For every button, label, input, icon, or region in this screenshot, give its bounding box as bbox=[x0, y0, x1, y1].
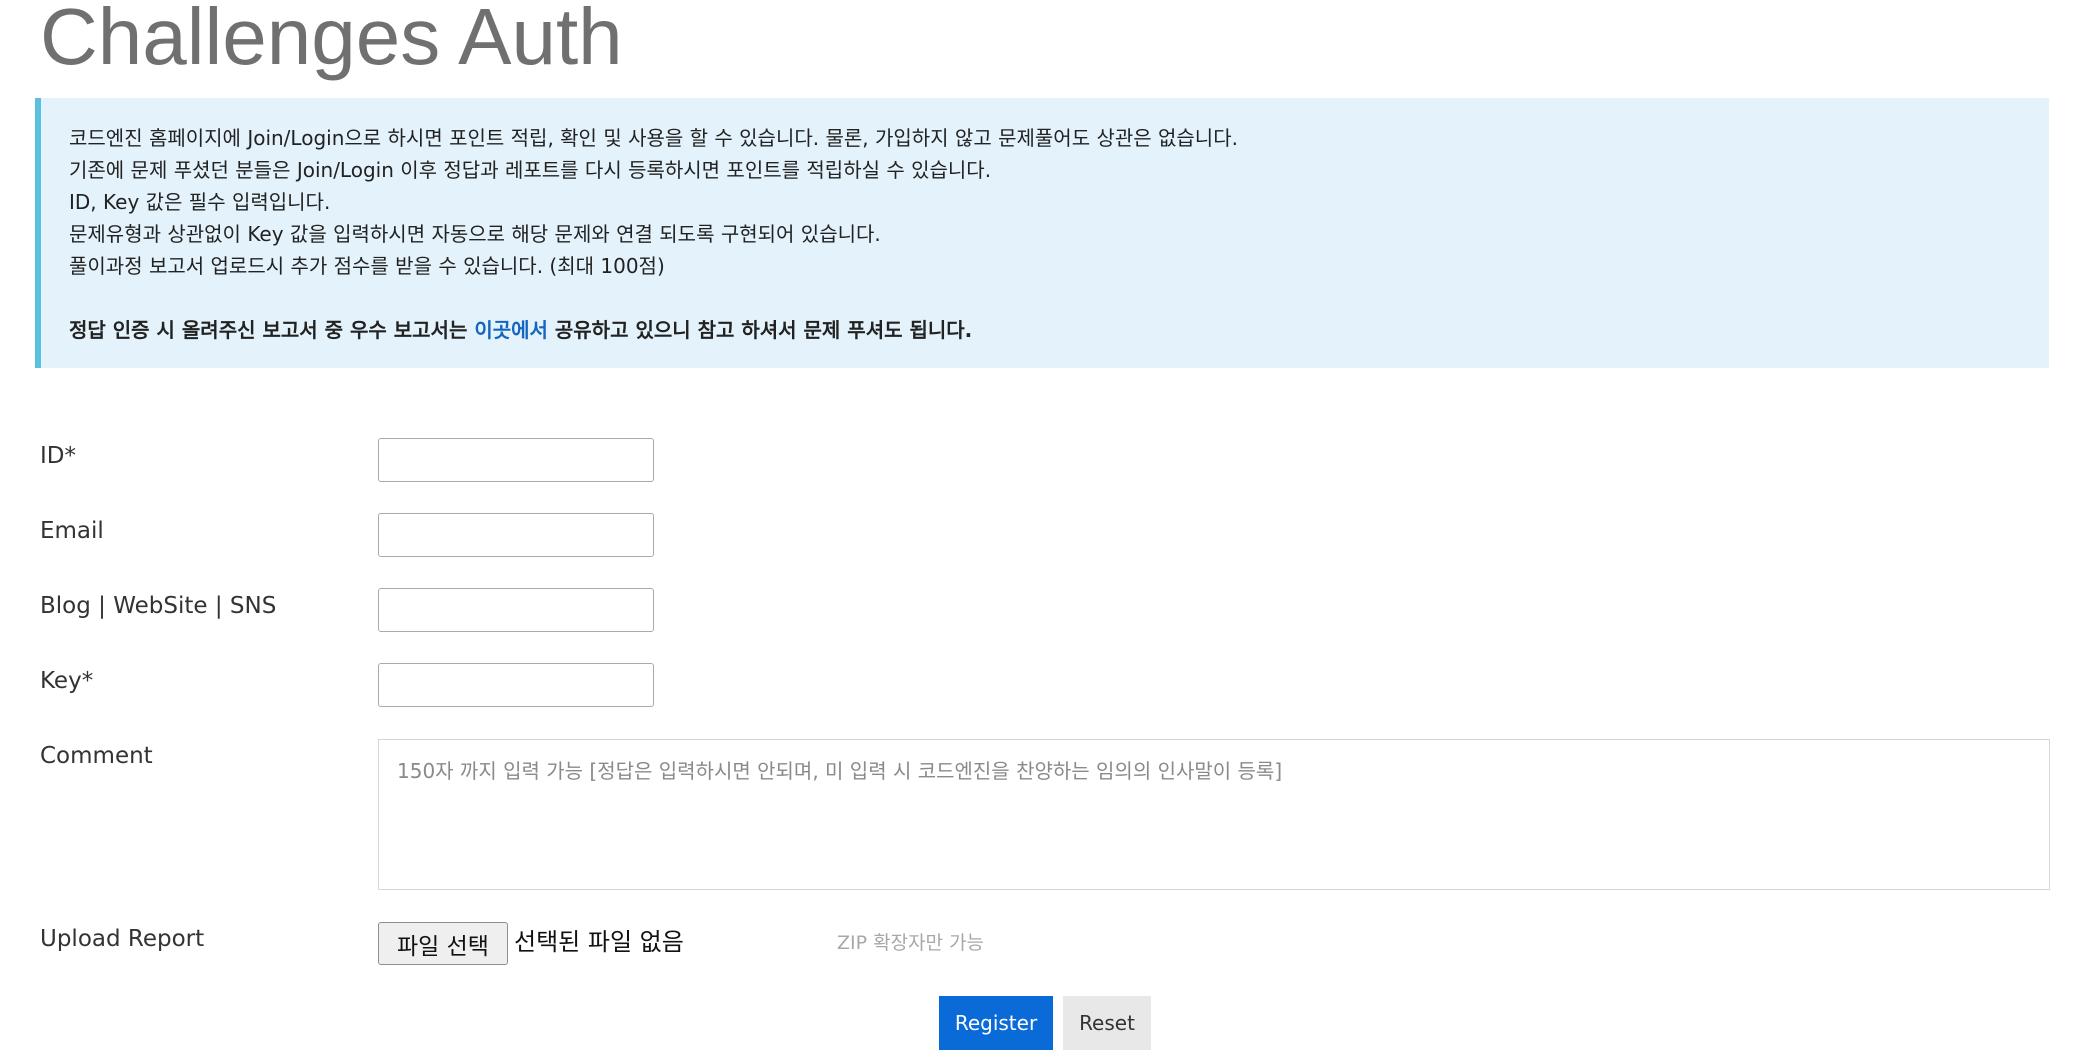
info-notice: 코드엔진 홈페이지에 Join/Login으로 하시면 포인트 적립, 확인 및… bbox=[35, 98, 2049, 368]
reset-button[interactable]: Reset bbox=[1063, 996, 1151, 1050]
notice-line: 코드엔진 홈페이지에 Join/Login으로 하시면 포인트 적립, 확인 및… bbox=[69, 126, 1238, 150]
file-status: 선택된 파일 없음 bbox=[514, 928, 684, 956]
shared-reports-link[interactable]: 이곳에서 bbox=[474, 318, 548, 342]
website-input[interactable] bbox=[378, 588, 654, 632]
website-label: Blog | WebSite | SNS bbox=[40, 593, 277, 619]
key-label: Key* bbox=[40, 668, 94, 694]
challenges-auth-page: Challenges Auth 코드엔진 홈페이지에 Join/Login으로 … bbox=[0, 0, 2094, 1058]
email-label: Email bbox=[40, 518, 104, 544]
upload-report-label: Upload Report bbox=[40, 926, 205, 952]
comment-textarea[interactable] bbox=[378, 739, 2050, 890]
key-input[interactable] bbox=[378, 663, 654, 707]
register-button[interactable]: Register bbox=[939, 996, 1053, 1050]
id-input[interactable] bbox=[378, 438, 654, 482]
file-type-hint: ZIP 확장자만 가능 bbox=[837, 932, 985, 954]
notice-line: 문제유형과 상관없이 Key 값을 입력하시면 자동으로 해당 문제와 연결 되… bbox=[69, 222, 881, 246]
comment-label: Comment bbox=[40, 743, 153, 769]
notice-line: ID, Key 값은 필수 입력입니다. bbox=[69, 190, 331, 214]
notice-line: 풀이과정 보고서 업로드시 추가 점수를 받을 수 있습니다. (최대 100점… bbox=[69, 254, 665, 278]
notice-highlight-after: 공유하고 있으니 참고 하셔서 문제 푸셔도 됩니다. bbox=[547, 318, 973, 342]
notice-spacer bbox=[69, 282, 2049, 314]
notice-highlight: 정답 인증 시 올려주신 보고서 중 우수 보고서는 이곳에서 공유하고 있으니… bbox=[69, 314, 2049, 346]
id-label: ID* bbox=[40, 443, 76, 469]
page-title: Challenges Auth bbox=[40, 0, 623, 81]
notice-highlight-before: 정답 인증 시 올려주신 보고서 중 우수 보고서는 bbox=[69, 318, 475, 342]
email-input[interactable] bbox=[378, 513, 654, 557]
notice-line: 기존에 문제 푸셨던 분들은 Join/Login 이후 정답과 레포트를 다시… bbox=[69, 158, 992, 182]
file-select-button[interactable]: 파일 선택 bbox=[378, 922, 508, 965]
